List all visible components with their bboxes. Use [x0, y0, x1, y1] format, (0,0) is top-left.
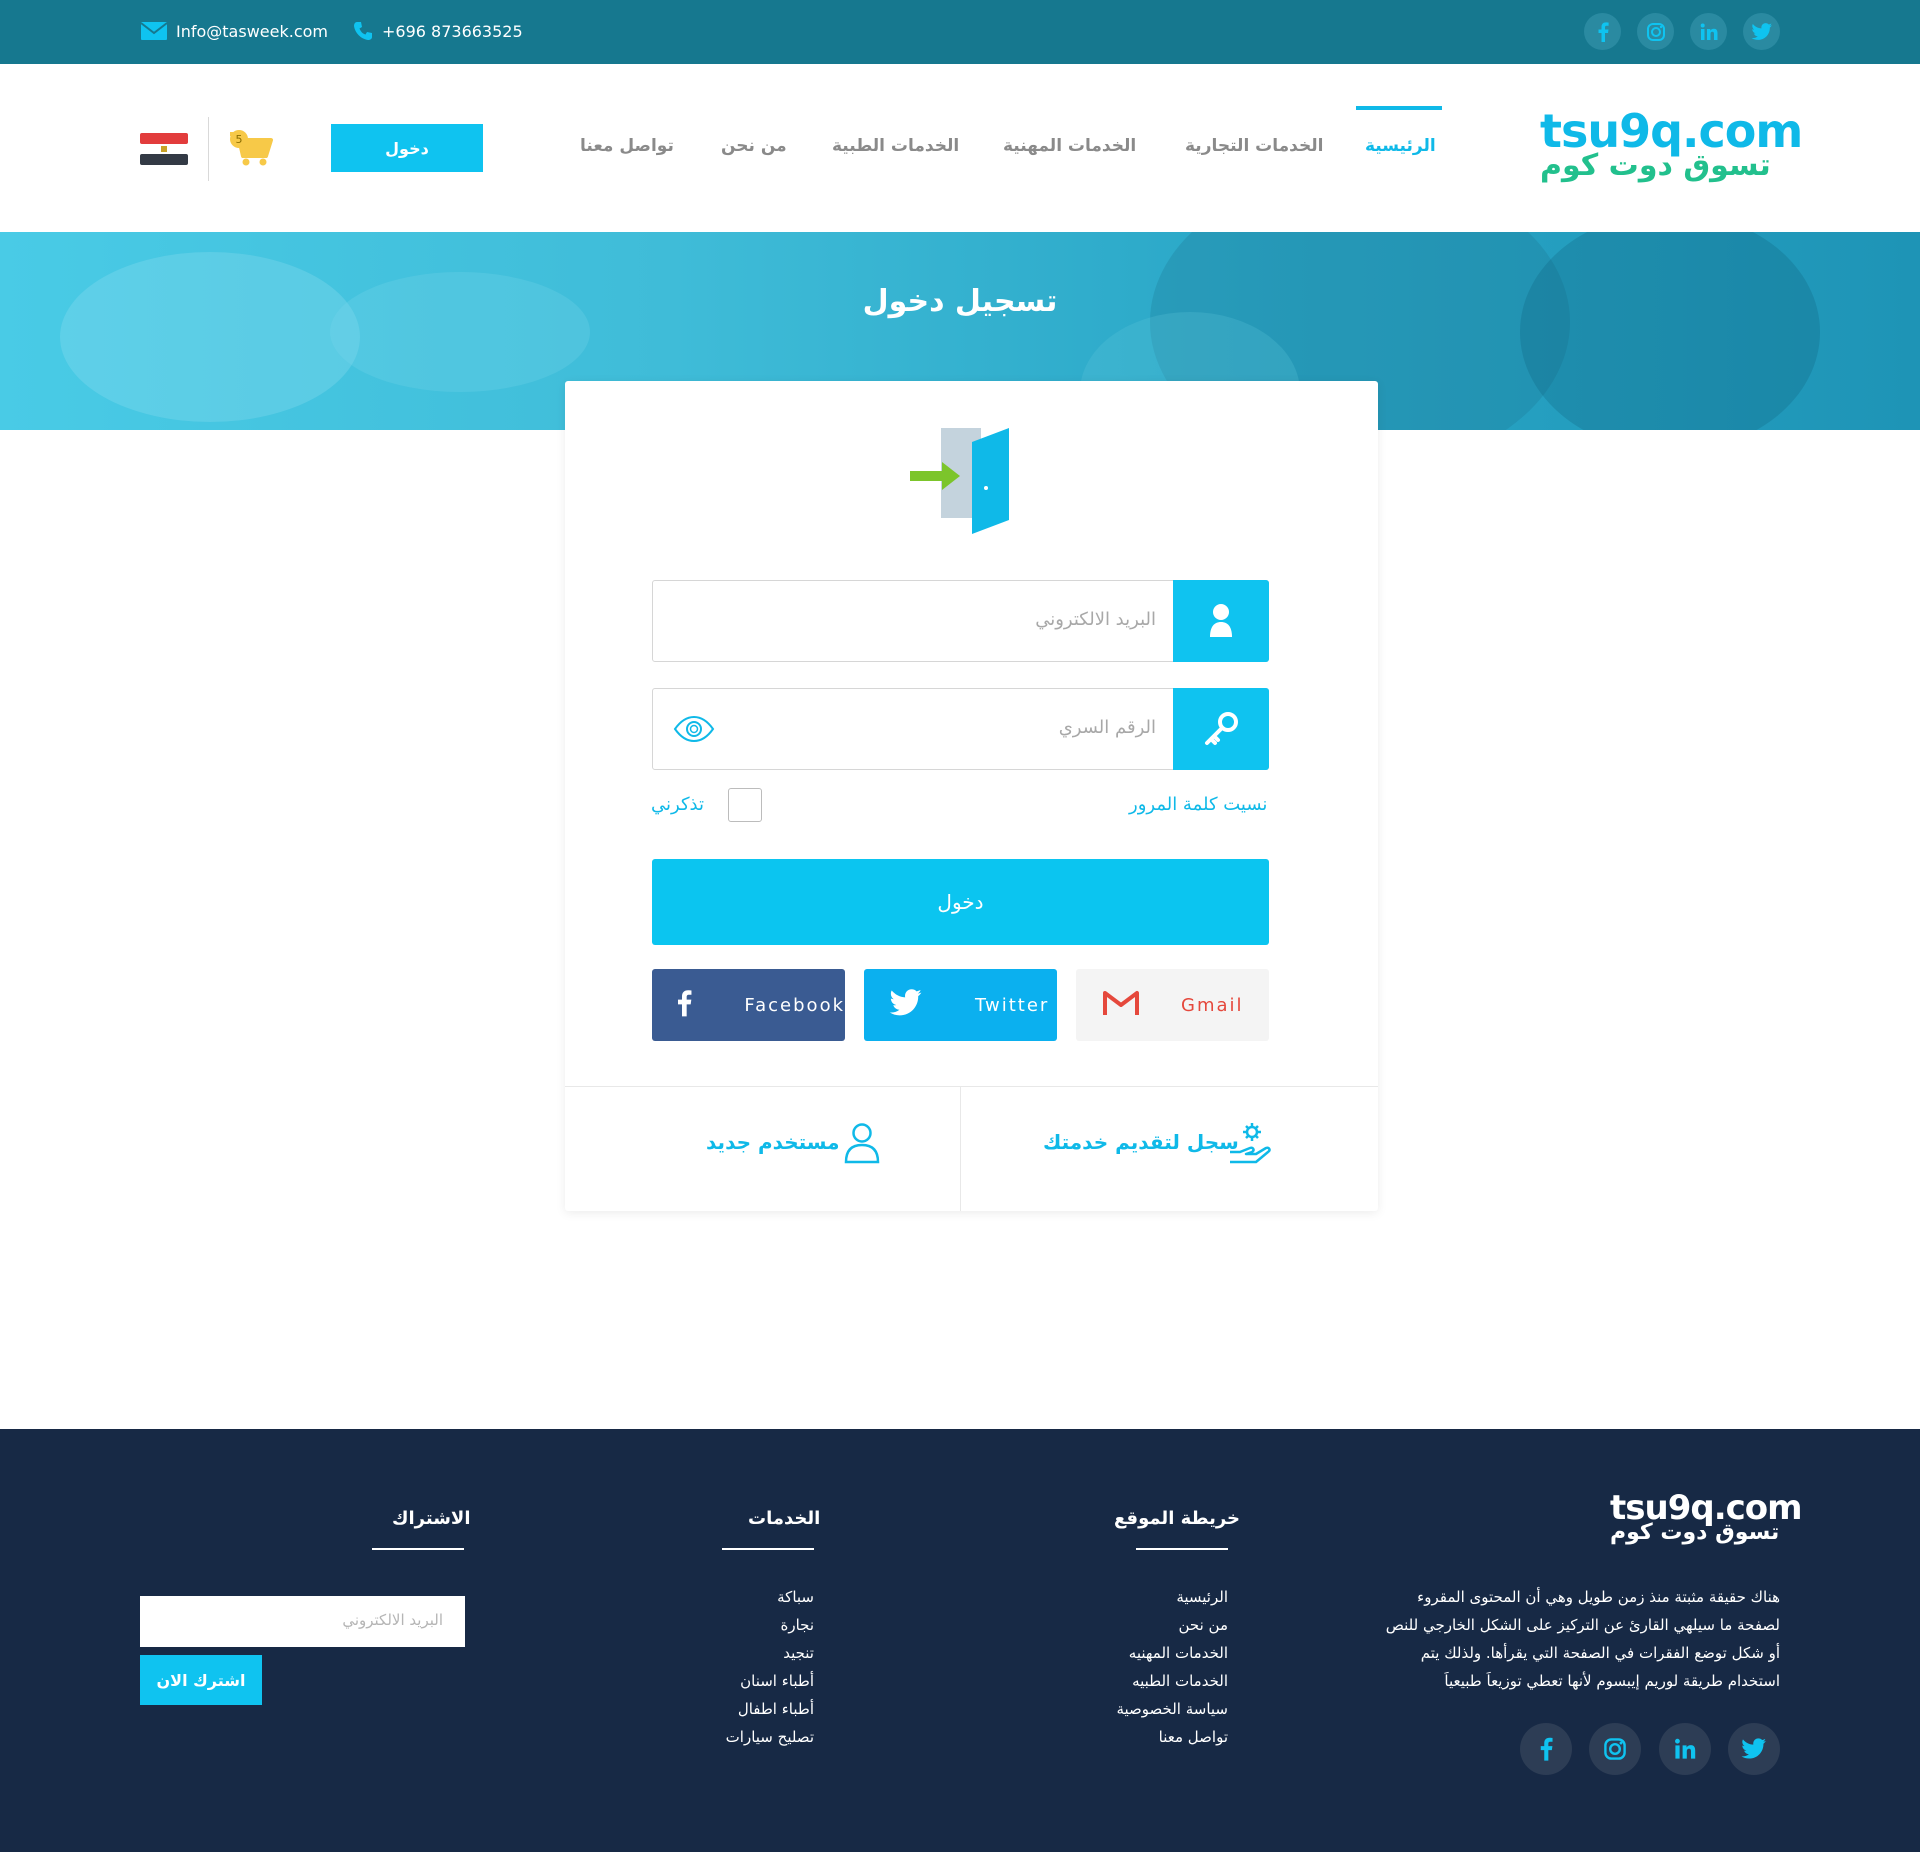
header-login-button[interactable]: دخول: [331, 124, 483, 172]
contact-phone[interactable]: +696 873663525: [352, 20, 523, 42]
login-submit-button[interactable]: دخول: [652, 859, 1269, 945]
twitter-label: Twitter: [975, 994, 1050, 1016]
language-flag-egypt[interactable]: [140, 133, 188, 169]
cart-button[interactable]: 5: [228, 128, 274, 172]
envelope-icon: [140, 22, 168, 40]
footer-service-pediatricians[interactable]: أطباء اطفال: [680, 1695, 814, 1723]
subscribe-placeholder: البريد الالكتروني: [342, 1611, 443, 1629]
footer-facebook-icon[interactable]: [1520, 1723, 1572, 1775]
register-service-link[interactable]: سجل لتقديم خدمتك: [1043, 1130, 1239, 1154]
key-icon: [1173, 688, 1269, 770]
footer-twitter-icon[interactable]: [1728, 1723, 1780, 1775]
remember-me-label: تذكرني: [651, 794, 704, 815]
show-password-eye-icon[interactable]: [673, 715, 715, 747]
facebook-icon: [676, 988, 692, 1023]
footer-sitemap-title: خريطة الموقع: [1114, 1508, 1241, 1529]
phone-icon: [354, 22, 372, 40]
cart-count-badge: 5: [230, 130, 248, 148]
footer-sitemap-underline: [1136, 1548, 1228, 1550]
gmail-login-button[interactable]: Gmail: [1076, 969, 1269, 1041]
gmail-icon: [1103, 989, 1139, 1022]
email-field[interactable]: البريد الالكتروني: [652, 580, 1269, 662]
nav-active-indicator: [1356, 106, 1442, 110]
footer-instagram-icon[interactable]: [1589, 1723, 1641, 1775]
twitter-icon[interactable]: [1743, 13, 1780, 50]
nav-professional-services[interactable]: الخدمات المهنية: [1003, 136, 1136, 156]
facebook-login-button[interactable]: Facebook: [652, 969, 845, 1041]
header-divider: [208, 117, 209, 181]
footer-service-upholstery[interactable]: تنجيد: [680, 1639, 814, 1667]
footer-link-professional[interactable]: الخدمات المهنيه: [1090, 1639, 1228, 1667]
footer-link-privacy[interactable]: سياسة الخصوصية: [1090, 1695, 1228, 1723]
nav-about[interactable]: من نحن: [721, 136, 787, 156]
footer-service-car-repair[interactable]: تصليح سيارات: [680, 1723, 814, 1751]
subscribe-button[interactable]: اشترك الان: [140, 1655, 262, 1705]
nav-contact[interactable]: تواصل معنا: [580, 136, 674, 156]
nav-home[interactable]: الرئيسية: [1365, 136, 1436, 156]
page-title: تسجيل دخول: [862, 284, 1058, 319]
facebook-icon[interactable]: [1584, 13, 1621, 50]
footer-link-about[interactable]: من نحن: [1090, 1611, 1229, 1639]
footer-logo-arabic: تسوق دوت كوم: [1610, 1520, 1780, 1545]
email-placeholder: البريد الالكتروني: [1035, 609, 1156, 630]
footer-service-plumbing[interactable]: سباكة: [680, 1583, 814, 1611]
footer-services-list: سباكة نجارة تنجيد أطباء اسنان أطباء اطفا…: [680, 1583, 814, 1751]
card-divider: [565, 1086, 1378, 1087]
footer-linkedin-icon[interactable]: [1659, 1723, 1711, 1775]
forgot-password-link[interactable]: نسيت كلمة المرور: [1129, 794, 1267, 815]
linkedin-icon[interactable]: [1690, 13, 1727, 50]
nav-commercial-services[interactable]: الخدمات التجارية: [1185, 136, 1323, 156]
card-divider-vertical: [960, 1087, 961, 1211]
footer-link-home[interactable]: الرئيسية: [1090, 1583, 1228, 1611]
footer-about-text: هناك حقيقة مثبتة منذ زمن طويل وهي أن الم…: [1385, 1588, 1780, 1690]
footer-service-dentists[interactable]: أطباء اسنان: [680, 1667, 814, 1695]
instagram-icon[interactable]: [1637, 13, 1674, 50]
twitter-icon: [889, 988, 923, 1022]
login-door-icon: [908, 428, 1012, 540]
facebook-label: Facebook: [744, 994, 845, 1016]
user-icon: [1173, 580, 1269, 662]
gmail-label: Gmail: [1181, 994, 1244, 1016]
footer-services-underline: [722, 1548, 814, 1550]
footer-subscribe-underline: [372, 1548, 464, 1550]
user-outline-icon: [844, 1122, 880, 1168]
footer-link-contact[interactable]: تواصل معنا: [1090, 1723, 1228, 1751]
twitter-login-button[interactable]: Twitter: [864, 969, 1057, 1041]
remember-me-checkbox[interactable]: [728, 788, 762, 822]
password-field[interactable]: الرقم السري: [652, 688, 1269, 770]
footer-services-title: الخدمات: [748, 1508, 821, 1529]
nav-medical-services[interactable]: الخدمات الطبية: [832, 136, 959, 156]
contact-email[interactable]: Info@tasweek.com: [140, 20, 328, 42]
footer-link-medical[interactable]: الخدمات الطبيه: [1090, 1667, 1228, 1695]
hand-gear-icon: [1226, 1120, 1272, 1170]
footer-sitemap-list: الرئيسية من نحن الخدمات المهنيه الخدمات …: [1090, 1583, 1228, 1751]
footer-subscribe-title: الاشتراك: [392, 1508, 471, 1529]
subscribe-email-input[interactable]: البريد الالكتروني: [140, 1596, 465, 1647]
password-placeholder: الرقم السري: [1058, 717, 1156, 738]
new-user-link[interactable]: مستخدم جديد: [706, 1130, 840, 1154]
logo-arabic: تسوق دوت كوم: [1540, 148, 1771, 183]
footer-service-carpentry[interactable]: نجارة: [680, 1611, 814, 1639]
top-bar: Info@tasweek.com +696 873663525: [0, 0, 1920, 64]
